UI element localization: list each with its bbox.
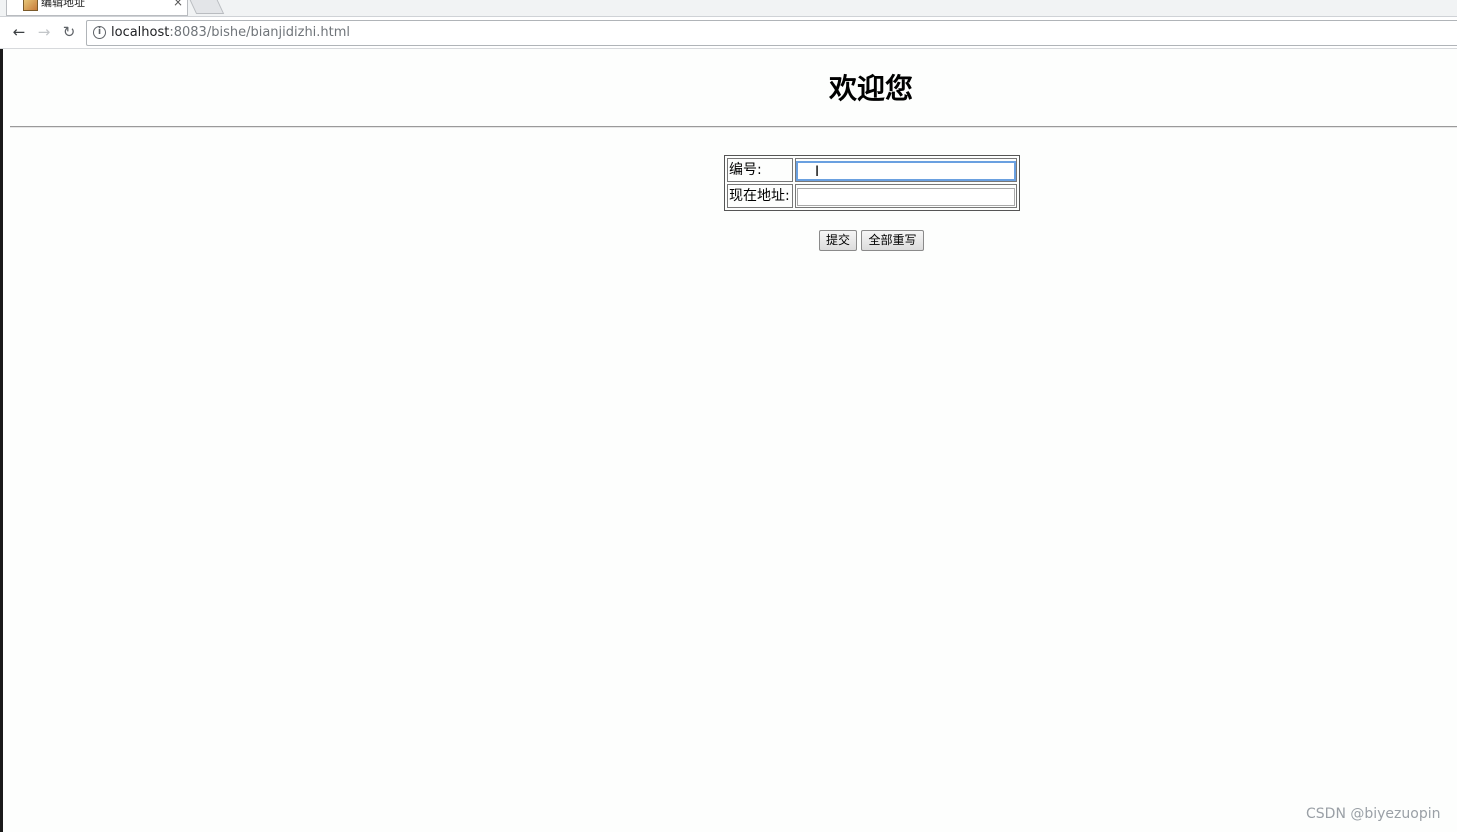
- text-cursor-icon: I: [815, 164, 820, 180]
- browser-tab[interactable]: 编辑地址 ×: [6, 0, 188, 16]
- address-cell: [795, 184, 1017, 208]
- back-icon[interactable]: ←: [10, 23, 28, 41]
- form-row-id: 编号:: [727, 158, 1017, 182]
- id-field[interactable]: [796, 161, 1016, 182]
- address-form: 编号: 现在地址:: [724, 155, 1020, 211]
- divider: [10, 126, 1457, 128]
- address-field[interactable]: [797, 188, 1015, 207]
- tab-strip: 编辑地址 ×: [0, 0, 1457, 17]
- tab-title: 编辑地址: [41, 0, 85, 9]
- favicon-icon: [23, 0, 38, 11]
- tab-close-icon[interactable]: ×: [173, 0, 183, 9]
- browser-toolbar: ← → ↻ i localhost:8083/bishe/bianjidizhi…: [0, 17, 1457, 49]
- watermark: CSDN @biyezuopin: [1306, 806, 1441, 822]
- window-left-edge: [0, 0, 3, 832]
- url-host: localhost: [111, 25, 170, 40]
- id-cell: [795, 158, 1017, 182]
- forward-icon[interactable]: →: [35, 23, 53, 41]
- site-info-icon[interactable]: i: [93, 26, 106, 39]
- url-text[interactable]: localhost:8083/bishe/bianjidizhi.html: [111, 25, 350, 41]
- id-label: 编号:: [727, 158, 793, 182]
- url-path: :8083/bishe/bianjidizhi.html: [169, 25, 351, 40]
- form-row-address: 现在地址:: [727, 184, 1017, 208]
- address-label: 现在地址:: [727, 184, 793, 208]
- submit-button[interactable]: 提交: [819, 230, 857, 251]
- reload-icon[interactable]: ↻: [60, 23, 78, 41]
- new-tab-button[interactable]: [187, 0, 225, 14]
- page-title: 欢迎您: [828, 72, 913, 105]
- reset-button[interactable]: 全部重写: [861, 230, 924, 251]
- address-bar[interactable]: i localhost:8083/bishe/bianjidizhi.html: [86, 20, 1457, 46]
